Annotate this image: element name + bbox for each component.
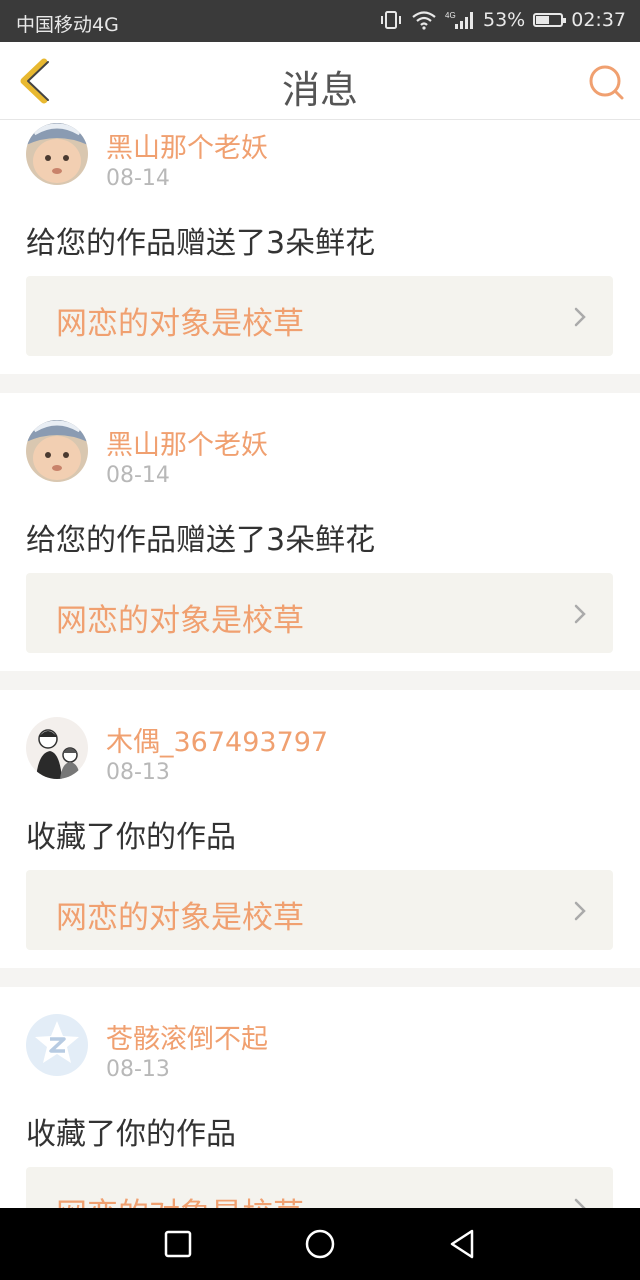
wifi-icon [411, 10, 437, 30]
chevron-right-icon [574, 307, 586, 327]
message-card: 苍骸滚倒不起 08-13 收藏了你的作品 网恋的对象是校草 [0, 987, 640, 1208]
message-date: 08-13 [106, 760, 170, 785]
message-date: 08-14 [106, 166, 170, 191]
circle-home-icon[interactable] [304, 1228, 336, 1260]
message-date: 08-14 [106, 463, 170, 488]
avatar[interactable] [26, 420, 88, 482]
message-text: 给您的作品赠送了3朵鲜花 [26, 523, 376, 558]
system-nav-bar [0, 1208, 640, 1280]
search-button[interactable] [586, 62, 626, 102]
message-card: 木偶_367493797 08-13 收藏了你的作品 网恋的对象是校草 [0, 690, 640, 968]
work-title: 网恋的对象是校草 [56, 900, 304, 936]
avatar[interactable] [26, 1014, 88, 1076]
username[interactable]: 黑山那个老妖 [106, 423, 268, 462]
work-link[interactable]: 网恋的对象是校草 [26, 573, 613, 653]
status-icons: 4G 53% 02:37 [379, 9, 626, 31]
avatar[interactable] [26, 123, 88, 185]
carrier-label: 中国移动4G [16, 14, 119, 36]
chevron-right-icon [574, 901, 586, 921]
message-card: 黑山那个老妖 08-14 给您的作品赠送了3朵鲜花 网恋的对象是校草 [0, 120, 640, 374]
signal-icon: 4G [445, 10, 475, 30]
square-recent-apps-icon[interactable] [162, 1228, 194, 1260]
default-qq-avatar [26, 1014, 88, 1076]
work-title: 网恋的对象是校草 [56, 306, 304, 342]
message-text: 收藏了你的作品 [26, 1117, 236, 1152]
page-title: 消息 [281, 68, 358, 112]
card-divider [0, 671, 640, 690]
status-bar: 中国移动4G 4G 53% 02:37 [0, 0, 640, 42]
card-divider [0, 968, 640, 987]
baby-photo-avatar [26, 123, 88, 185]
message-card: 黑山那个老妖 08-14 给您的作品赠送了3朵鲜花 网恋的对象是校草 [0, 393, 640, 671]
illustration-avatar [26, 717, 88, 779]
message-text: 收藏了你的作品 [26, 820, 236, 855]
network-type-label: 4G [445, 11, 456, 20]
header-bar: 消息 [0, 42, 640, 120]
message-list[interactable]: 黑山那个老妖 08-14 给您的作品赠送了3朵鲜花 网恋的对象是校草 黑山那个老… [0, 120, 640, 1208]
chevron-right-icon [574, 604, 586, 624]
work-title: 网恋的对象是校草 [56, 1189, 304, 1208]
work-link[interactable]: 网恋的对象是校草 [26, 1167, 613, 1208]
username[interactable]: 黑山那个老妖 [106, 126, 268, 165]
triangle-back-icon[interactable] [446, 1228, 478, 1260]
card-divider [0, 374, 640, 393]
vibrate-icon [379, 10, 403, 30]
baby-photo-avatar [26, 420, 88, 482]
username[interactable]: 苍骸滚倒不起 [106, 1017, 268, 1056]
battery-percent: 53% [483, 9, 526, 31]
work-title: 网恋的对象是校草 [56, 603, 304, 639]
message-date: 08-13 [106, 1057, 170, 1082]
work-link[interactable]: 网恋的对象是校草 [26, 276, 613, 356]
username[interactable]: 木偶_367493797 [106, 720, 328, 759]
clock: 02:37 [571, 9, 626, 31]
work-link[interactable]: 网恋的对象是校草 [26, 870, 613, 950]
avatar[interactable] [26, 717, 88, 779]
search-icon [589, 65, 624, 100]
chevron-right-icon [574, 1198, 586, 1208]
battery-icon [533, 13, 567, 27]
message-text: 给您的作品赠送了3朵鲜花 [26, 226, 376, 261]
